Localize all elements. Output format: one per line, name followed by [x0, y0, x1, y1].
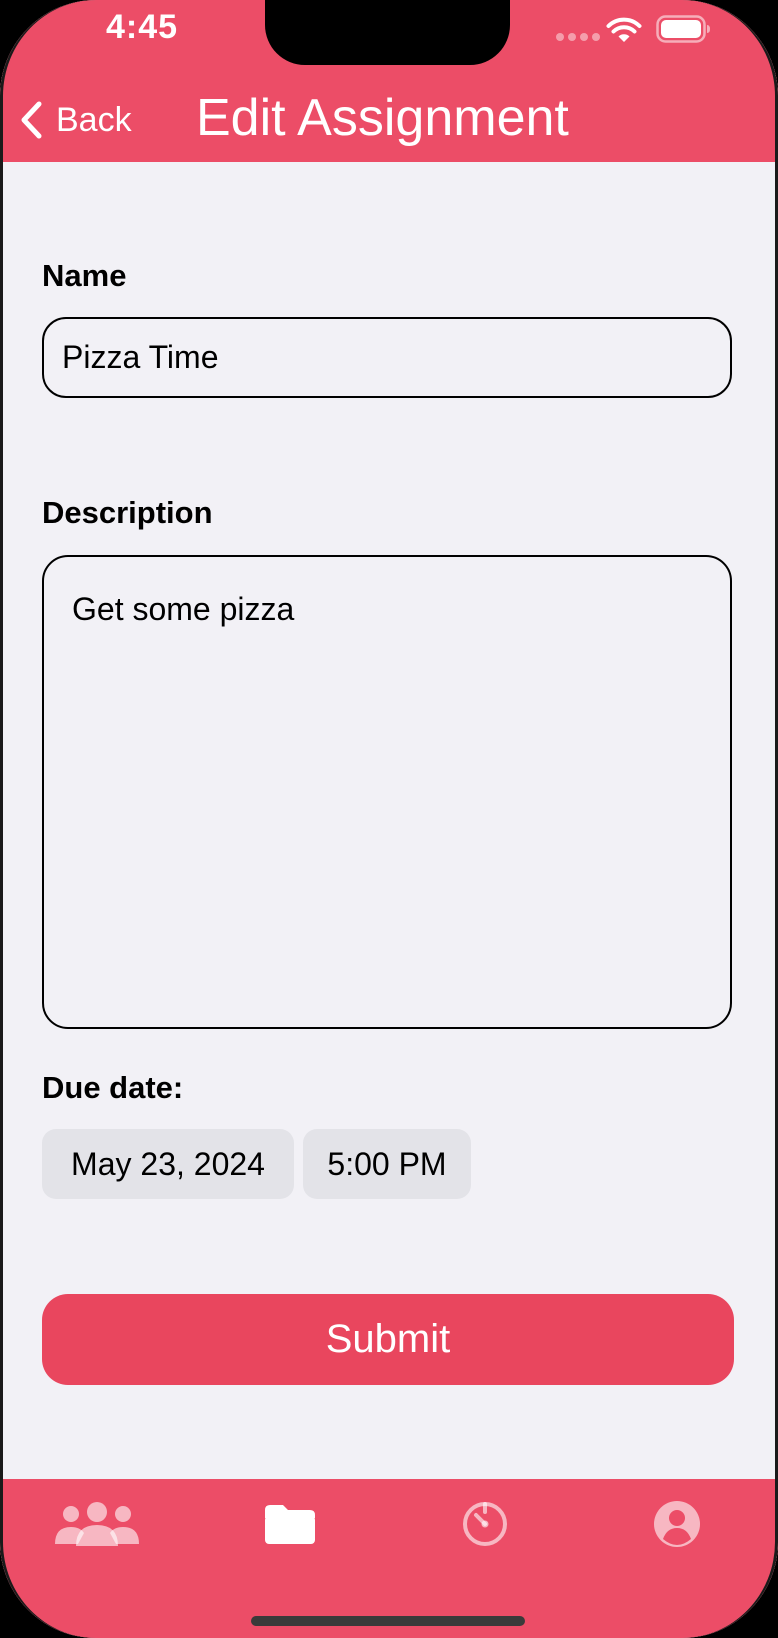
cellular-signal-icon [556, 33, 600, 41]
name-input-value: Pizza Time [62, 339, 219, 375]
description-textarea[interactable]: Get some pizza [42, 555, 732, 1029]
wifi-icon [606, 17, 642, 42]
due-date-label: Due date: [42, 1070, 184, 1105]
tab-timer[interactable] [430, 1493, 540, 1555]
tab-folder[interactable] [235, 1493, 345, 1555]
dynamic-island [265, 0, 510, 65]
chevron-left-icon [21, 101, 42, 139]
back-button[interactable]: Back [18, 96, 132, 144]
app-screen: 4:45 Back Edit Assignment Name Pizza Tim… [0, 0, 778, 1638]
timer-icon [463, 1502, 507, 1546]
page-title: Edit Assignment [196, 89, 569, 147]
due-date-picker[interactable]: May 23, 2024 [42, 1129, 294, 1199]
profile-icon [654, 1501, 700, 1547]
name-label: Name [42, 258, 127, 293]
description-label: Description [42, 495, 213, 530]
battery-icon [656, 15, 710, 43]
people-icon [55, 1502, 139, 1546]
submit-button[interactable]: Submit [42, 1294, 734, 1385]
description-value: Get some pizza [72, 591, 295, 627]
due-time-picker[interactable]: 5:00 PM [303, 1129, 471, 1199]
back-label: Back [56, 100, 132, 139]
folder-icon [265, 1505, 315, 1544]
tab-bar [0, 1479, 778, 1638]
tab-profile[interactable] [622, 1493, 732, 1555]
name-input[interactable]: Pizza Time [42, 317, 732, 398]
home-indicator[interactable] [251, 1616, 525, 1626]
tab-teams[interactable] [42, 1493, 152, 1555]
status-time: 4:45 [106, 8, 179, 46]
navigation-header: 4:45 Back Edit Assignment [0, 0, 778, 162]
